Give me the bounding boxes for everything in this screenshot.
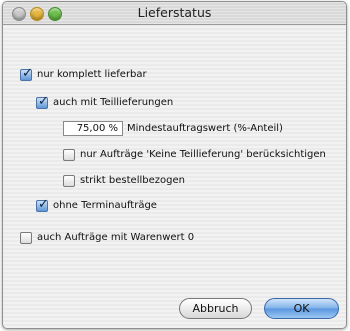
checkmark-icon: ✓ — [22, 66, 33, 81]
checkbox-teillieferungen[interactable]: ✓ — [36, 94, 49, 109]
option-label: auch Aufträge mit Warenwert 0 — [37, 232, 195, 243]
checkmark-icon: ✓ — [38, 197, 49, 212]
option-label: auch mit Teillieferungen — [53, 97, 174, 108]
option-label: nur komplett lieferbar — [37, 69, 147, 80]
option-label: nur Aufträge 'Keine Teillieferung' berüc… — [80, 149, 326, 160]
checkbox-ohne-termin[interactable]: ✓ — [36, 197, 49, 212]
ok-button[interactable]: OK — [264, 298, 339, 319]
checkbox-strikt[interactable] — [63, 175, 75, 187]
cancel-button[interactable]: Abbruch — [179, 298, 252, 319]
checkbox-keine-teillieferung[interactable] — [63, 149, 75, 161]
mindestauftrag-input[interactable]: 75,00 % — [63, 121, 123, 136]
checkbox-nur-komplett[interactable]: ✓ — [20, 66, 33, 81]
option-label: strikt bestellbezogen — [80, 175, 185, 186]
mindestauftrag-label: Mindestauftragswert (%-Anteil) — [127, 123, 283, 134]
title-bar[interactable]: Lieferstatus — [3, 2, 346, 25]
checkmark-icon: ✓ — [38, 94, 49, 109]
window-title: Lieferstatus — [137, 5, 212, 20]
checkbox-warenwert-null[interactable] — [20, 232, 32, 244]
lieferstatus-dialog: Lieferstatus ✓ nur komplett lieferbar ✓ … — [2, 1, 347, 329]
option-label: ohne Terminaufträge — [53, 200, 157, 211]
